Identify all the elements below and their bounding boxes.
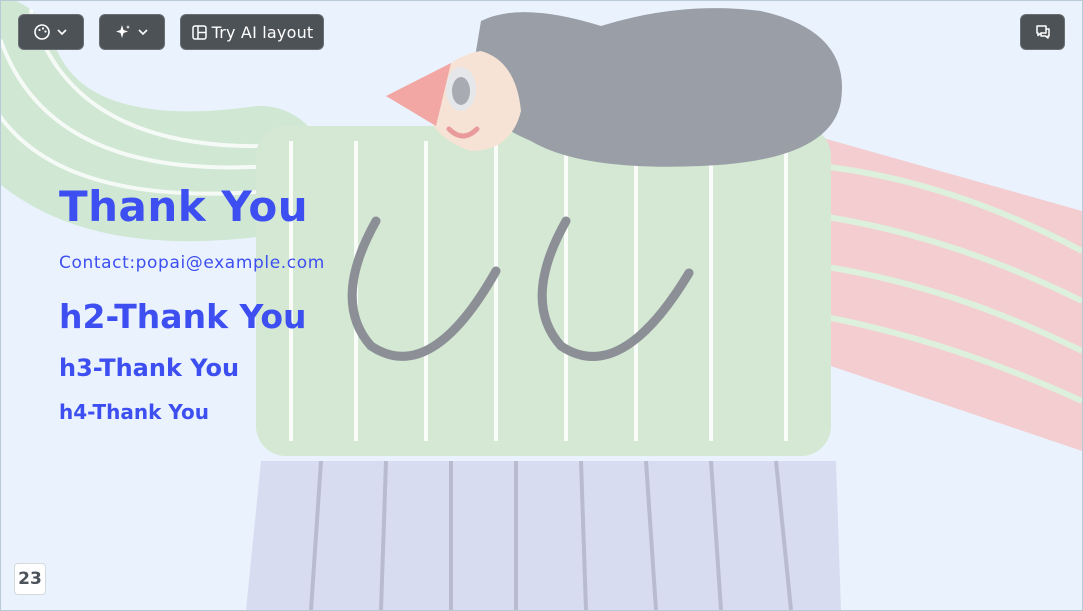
slide-content: Thank You Contact:popai@example.com h2-T… <box>59 181 325 425</box>
chevron-down-icon <box>55 25 69 39</box>
contact-text[interactable]: Contact:popai@example.com <box>59 253 325 273</box>
theme-menu-button[interactable] <box>18 14 84 50</box>
slide-canvas[interactable]: Try AI layout Thank You Contact:popai@ex… <box>0 0 1083 611</box>
try-ai-layout-button[interactable]: Try AI layout <box>180 14 324 50</box>
chat-button[interactable] <box>1020 14 1065 50</box>
sparkles-icon <box>114 23 132 41</box>
chat-icon <box>1034 23 1052 41</box>
page-number-badge: 23 <box>14 563 46 595</box>
heading-h4[interactable]: h4-Thank You <box>59 399 325 425</box>
try-ai-layout-label: Try AI layout <box>211 22 314 42</box>
chevron-down-icon <box>136 25 150 39</box>
palette-icon <box>33 23 51 41</box>
heading-h2[interactable]: h2-Thank You <box>59 297 325 337</box>
slide-title[interactable]: Thank You <box>59 181 325 233</box>
heading-h3[interactable]: h3-Thank You <box>59 353 325 383</box>
layout-icon <box>191 24 208 41</box>
ai-menu-button[interactable] <box>99 14 165 50</box>
